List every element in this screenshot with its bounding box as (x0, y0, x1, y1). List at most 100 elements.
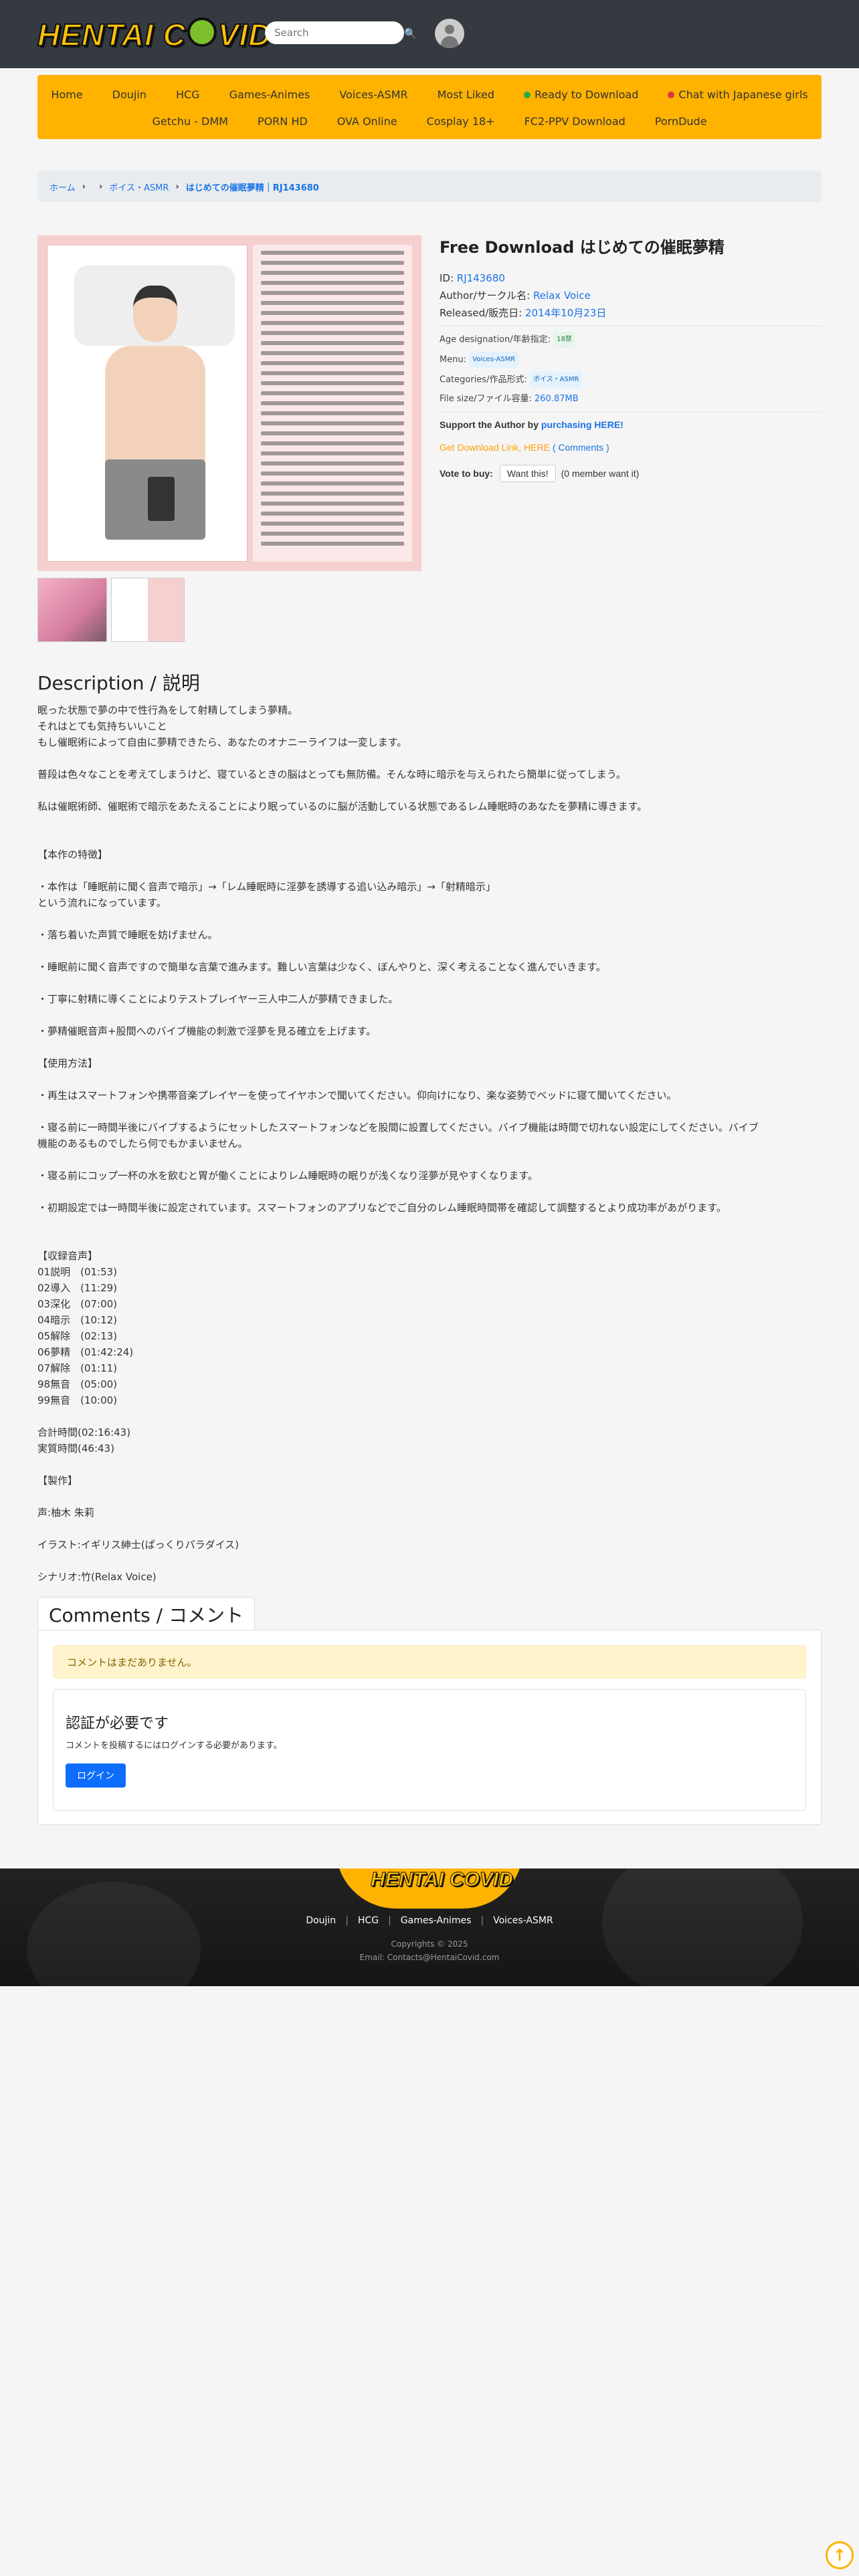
footer-link-hcg[interactable]: HCG (349, 1915, 388, 1926)
description-line: 02導入 (11:29) (37, 1282, 118, 1294)
description-line (37, 1184, 822, 1200)
description-line: もし催眠術によって自由に夢精できたら、あなたのオナニーライフは一変します。 (37, 736, 407, 748)
want-this-button[interactable]: Want this! (499, 465, 556, 482)
top-header: HENTAI CVID 🔍 (0, 0, 859, 68)
description-line: イラスト:イギリス紳士(ぱっくりパラダイス) (37, 1539, 240, 1551)
nav-games-animes[interactable]: Games-Animes (215, 84, 325, 105)
description-line: 普段は色々なことを考えてしまうけど、寝ているときの脳はとっても無防備。そんな時に… (37, 768, 626, 780)
product-id-link[interactable]: RJ143680 (457, 272, 505, 284)
description-line: ・落ち着いた声質で睡眠を妨げません。 (37, 929, 218, 941)
purchase-link[interactable]: purchasing HERE! (541, 419, 624, 430)
nav-ova-online[interactable]: OVA Online (322, 111, 412, 132)
description-line (37, 1103, 822, 1119)
site-footer: HENTAI COVID Doujin | HCG | Games-Animes | … (0, 1868, 859, 1986)
description-line (37, 975, 822, 991)
description-line: 眠った状態で夢の中で性行為をして射精してしまう夢精。 (37, 704, 298, 716)
description-line (37, 863, 822, 879)
footer-logo[interactable]: HENTAI COVID (371, 1868, 514, 1891)
description-line (37, 1152, 822, 1168)
description-line: 実質時間(46:43) (37, 1442, 114, 1455)
chevron-right-icon: › (175, 181, 179, 192)
login-button[interactable]: ログイン (66, 1763, 126, 1788)
tab-comments[interactable]: Comments / コメント (37, 1597, 256, 1630)
copyright: Copyrights © 2025 (391, 1939, 468, 1949)
category-badge[interactable]: ボイス・ASMR (529, 372, 583, 388)
search-icon[interactable]: 🔍 (404, 27, 417, 39)
thumbnail-image[interactable] (37, 578, 107, 642)
thumbnail-image[interactable] (111, 578, 185, 642)
description-line: 03深化 (07:00) (37, 1298, 118, 1310)
description-line (37, 750, 822, 766)
nav-hcg[interactable]: HCG (161, 84, 215, 105)
virus-icon (187, 17, 217, 47)
nav-doujin[interactable]: Doujin (98, 84, 161, 105)
description-line: 【本作の特徴】 (37, 849, 108, 861)
nav-porn-hd[interactable]: PORN HD (243, 111, 322, 132)
vote-row: Vote to buy: Want this! (0 member want i… (440, 465, 822, 482)
release-date-link[interactable]: 2014年10月23日 (525, 307, 606, 319)
nav-chat-japanese-girls[interactable]: Chat with Japanese girls (653, 84, 822, 105)
description-line: 【製作】 (37, 1475, 78, 1487)
footer-link-games-animes[interactable]: Games-Animes (391, 1915, 481, 1926)
auth-text: コメントを投稿するにはログインする必要があります。 (66, 1741, 282, 1751)
description-line (37, 911, 822, 927)
user-icon[interactable] (435, 19, 464, 48)
description-line: それはとても気持ちいいこと (37, 720, 167, 732)
green-dot-icon (523, 91, 531, 98)
nav-ready-to-download[interactable]: Ready to Download (509, 84, 653, 105)
nav-cosplay[interactable]: Cosplay 18+ (412, 111, 510, 132)
thumbnail-strip (37, 578, 185, 642)
comments-link[interactable]: ( Comments ) (553, 442, 609, 453)
site-logo[interactable]: HENTAI C VID (37, 17, 271, 53)
breadcrumb-current: はじめての催眠夢精｜RJ143680 (185, 183, 319, 193)
search-box[interactable]: 🔍 (265, 21, 417, 44)
description-line (37, 1408, 822, 1424)
nav-porndude[interactable]: PornDude (640, 111, 722, 132)
vote-count: (0 member want it) (561, 468, 640, 479)
no-comments-alert: コメントはまだありません。 (53, 1645, 806, 1679)
description-line: という流れになっています。 (37, 897, 167, 909)
description-line (37, 831, 822, 847)
breadcrumb-category[interactable]: ボイス・ASMR (109, 181, 169, 193)
description-line: シナリオ:竹(Relax Voice) (37, 1571, 157, 1583)
footer-link-voices-asmr[interactable]: Voices-ASMR (484, 1915, 563, 1926)
product-released: Released/販売日: 2014年10月23日 (440, 307, 607, 319)
description-line (37, 1489, 822, 1505)
description-line: ・睡眠前に聞く音声ですので簡単な言葉で進みます。難しい言葉は少なく、ぼんやりと、… (37, 961, 606, 973)
description-line: 01説明 (01:53) (37, 1266, 118, 1278)
breadcrumb-home[interactable]: ホーム (50, 181, 76, 193)
contact-email: Email: Contacts@HentaiCovid.com (359, 1953, 500, 1962)
download-link[interactable]: Get Download Link, HERE (440, 442, 550, 453)
nav-voices-asmr[interactable]: Voices-ASMR (324, 84, 422, 105)
nav-most-liked[interactable]: Most Liked (423, 84, 509, 105)
description-line (37, 1216, 822, 1232)
description-line: 04暗示 (10:12) (37, 1314, 118, 1326)
product-id: ID: RJ143680 (440, 272, 505, 284)
description-line: ・丁寧に射精に導くことによりテストプレイヤー三人中二人が夢精できました。 (37, 993, 399, 1005)
description-line (37, 1039, 822, 1055)
search-input[interactable] (274, 27, 404, 39)
filesize-row: File size/ファイル容量: 260.87MB (440, 394, 579, 404)
description-line: 【収録音声】 (37, 1250, 98, 1262)
description-line (37, 815, 822, 831)
product-cover-image[interactable] (37, 235, 421, 571)
arrow-up-icon[interactable]: ↑ (826, 2541, 854, 2569)
description-line (37, 1457, 822, 1473)
menu-row: Menu: Voices-ASMR (440, 352, 822, 368)
vote-label: Vote to buy: (440, 468, 493, 479)
nav-fc2-ppv[interactable]: FC2-PPV Download (510, 111, 640, 132)
auth-required-card: 認証が必要です コメントを投稿するにはログインする必要があります。 ログイン (53, 1689, 806, 1811)
footer-link-doujin[interactable]: Doujin (296, 1915, 345, 1926)
nav-home[interactable]: Home (36, 84, 97, 105)
author-link[interactable]: Relax Voice (533, 290, 591, 302)
description-line (37, 1071, 822, 1087)
support-author: Support the Author by purchasing HERE! (440, 419, 624, 430)
categories-row: Categories/作品形式: ボイス・ASMR (440, 372, 822, 388)
comments-panel: コメントはまだありません。 認証が必要です コメントを投稿するにはログインする必… (37, 1630, 822, 1825)
description-line (37, 1232, 822, 1248)
red-dot-icon (668, 91, 675, 98)
menu-badge[interactable]: Voices-ASMR (469, 352, 519, 368)
nav-getchu-dmm[interactable]: Getchu - DMM (137, 111, 242, 132)
description-line: 声:柚木 朱莉 (37, 1507, 94, 1519)
description-line: 私は催眠術師、催眠術で暗示をあたえることにより眠っているのに脳が活動している状態… (37, 800, 648, 813)
